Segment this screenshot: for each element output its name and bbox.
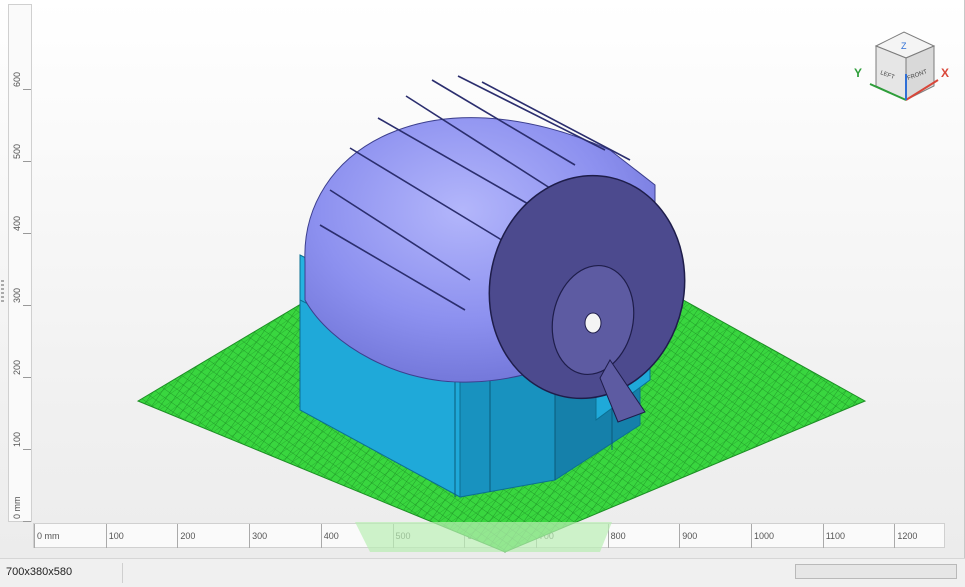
view-cube-top-label: Z — [901, 41, 907, 51]
model-scene[interactable] — [0, 0, 965, 558]
axis-y-label: Y — [854, 66, 863, 80]
status-bar: 700x380x580 — [0, 558, 965, 587]
model-dimensions: 700x380x580 — [6, 566, 73, 578]
view-cube[interactable]: Z LEFT FRONT — [852, 28, 948, 104]
progress-bar — [795, 564, 957, 579]
3d-viewport[interactable]: 0 mm100200300400500600 0 mm1002003004005… — [0, 0, 965, 558]
axis-x-label: X — [941, 66, 950, 80]
status-separator — [122, 563, 123, 583]
